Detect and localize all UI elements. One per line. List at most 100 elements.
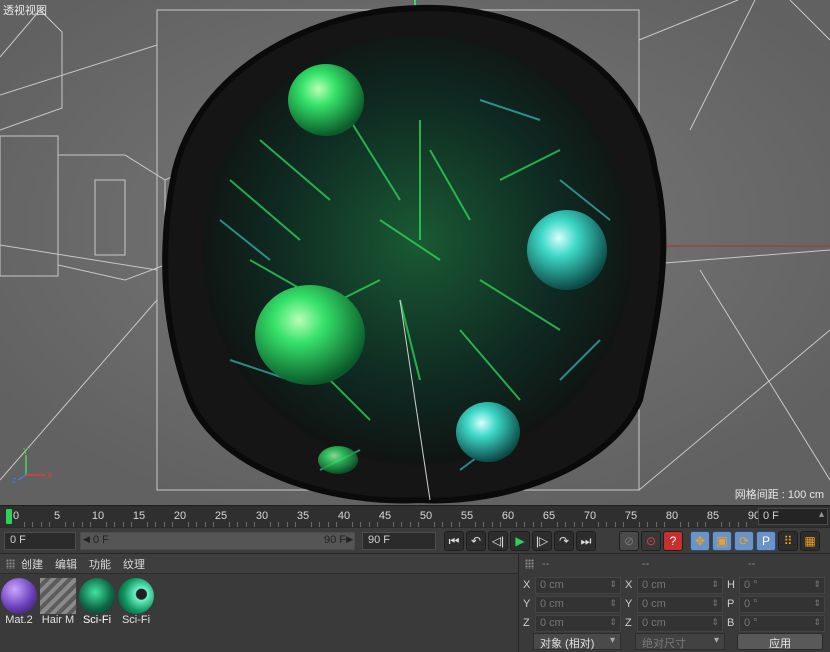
range-right-arrow-icon[interactable]: ▶ — [346, 534, 353, 545]
material-label: Hair M — [41, 614, 75, 626]
hair-material-thumbnail — [40, 578, 76, 614]
rotation-b-row: B 0 ° — [727, 615, 827, 633]
go-to-end-icon[interactable]: ⏭ — [576, 531, 596, 551]
material-menubar: 创建 编辑 功能 纹理 — [0, 554, 518, 574]
timeline-tick: 15 — [132, 510, 146, 522]
material-label: Mat.2 — [5, 614, 33, 626]
position-y-input[interactable]: 0 cm — [535, 596, 621, 613]
record-key-icon[interactable]: ⊘ — [619, 531, 639, 551]
apply-button[interactable]: 应用 — [737, 633, 823, 650]
size-z-input[interactable]: 0 cm — [637, 615, 723, 632]
size-x-input[interactable]: 0 cm — [637, 577, 723, 594]
menu-function[interactable]: 功能 — [89, 556, 111, 572]
position-x-input[interactable]: 0 cm — [535, 577, 621, 594]
material-item[interactable]: Sci-Fi — [117, 576, 155, 626]
start-frame-field[interactable]: 0 F — [4, 532, 76, 550]
grid-spacing-label: 网格间距 : 100 cm — [734, 489, 824, 501]
size-x-row: X 0 cm — [625, 577, 725, 595]
end-frame-field[interactable]: 90 F — [362, 532, 436, 550]
timeline-tick: 45 — [378, 510, 392, 522]
material-item[interactable]: Hair M — [39, 576, 77, 626]
timeline-tick: 80 — [665, 510, 679, 522]
key-help-icon[interactable]: ? — [663, 531, 683, 551]
param-key-icon[interactable]: P — [756, 531, 776, 551]
menu-texture[interactable]: 纹理 — [123, 556, 145, 572]
film-icon[interactable]: ▦ — [800, 531, 820, 551]
range-end-label: 90 F — [323, 534, 346, 546]
rotation-header: -- — [748, 558, 756, 570]
axis-label: P — [727, 598, 735, 610]
step-forward-icon[interactable]: |▷ — [532, 531, 552, 551]
timeline-tick: 85 — [706, 510, 720, 522]
coordinates-manager: -- -- -- X 0 cm Y 0 cm Z 0 cm X 0 cm Y 0… — [518, 553, 830, 652]
size-mode-select[interactable]: 绝对尺寸 — [635, 633, 725, 650]
point-level-icon[interactable]: ⠿ — [778, 531, 798, 551]
step-back-icon[interactable]: ◁| — [488, 531, 508, 551]
cinema4d-window: 透视视图 Y X Z 网格间距 : 100 cm 0 5 10 15 20 25 30 35 4… — [0, 0, 830, 652]
range-start-label: 0 F — [93, 534, 109, 546]
size-y-input[interactable]: 0 cm — [637, 596, 723, 613]
move-key-icon[interactable]: ✥ — [690, 531, 710, 551]
current-frame-field[interactable]: 0 F — [758, 508, 828, 525]
timeline-tick: 65 — [542, 510, 556, 522]
timeline-tick: 60 — [501, 510, 515, 522]
material-label: Sci-Fi — [121, 614, 151, 626]
size-z-row: Z 0 cm — [625, 615, 725, 633]
rotation-b-input[interactable]: 0 ° — [739, 615, 825, 632]
axis-label: X — [523, 579, 531, 591]
grip-icon[interactable] — [6, 558, 15, 569]
transport-bar: 0 F ◀ 0 F 90 F ▶ 90 F ⏮ ↶ ◁| ▶ |▷ ↷ ⏭ ⊘ ⊙? ✥ ▣ ⟳ P… — [0, 527, 830, 553]
axis-y-label: Y — [23, 447, 29, 456]
menu-edit[interactable]: 编辑 — [55, 556, 77, 572]
rotation-p-input[interactable]: 0 ° — [739, 596, 825, 613]
size-header: -- — [642, 558, 650, 570]
timeline-tick: 10 — [91, 510, 105, 522]
frame-range-slider[interactable]: ◀ 0 F 90 F ▶ — [80, 532, 355, 550]
axis-gizmo: Y X Z — [12, 447, 53, 483]
timeline-tick: 55 — [460, 510, 474, 522]
rotation-h-row: H 0 ° — [727, 577, 827, 595]
material-item[interactable]: Mat.2 — [0, 576, 38, 626]
timeline-tick: 40 — [337, 510, 351, 522]
material-label: Sci-Fi — [82, 614, 112, 626]
viewport-title[interactable]: 透视视图 — [3, 2, 47, 18]
position-header: -- — [542, 558, 550, 570]
material-manager: 创建 编辑 功能 纹理 Mat.2 Hair M Sci-Fi Sci-Fi — [0, 553, 518, 652]
scale-key-icon[interactable]: ▣ — [712, 531, 732, 551]
position-z-input[interactable]: 0 cm — [535, 615, 621, 632]
timeline[interactable]: 0 5 10 15 20 25 30 35 40 45 50 55 60 65 70 75 80 85 90 0 F — [0, 505, 830, 527]
size-y-row: Y 0 cm — [625, 596, 725, 614]
axis-label: Z — [625, 617, 632, 629]
next-key-icon[interactable]: ↷ — [554, 531, 574, 551]
timeline-tick: 0 — [12, 510, 20, 522]
timeline-tick: 5 — [53, 510, 61, 522]
auto-key-icon[interactable]: ⊙ — [641, 531, 661, 551]
fur-green-eye-thumbnail — [118, 578, 154, 614]
go-to-start-icon[interactable]: ⏮ — [444, 531, 464, 551]
play-icon[interactable]: ▶ — [510, 531, 530, 551]
timeline-tick: 35 — [296, 510, 310, 522]
grip-icon[interactable] — [525, 559, 534, 569]
perspective-viewport[interactable]: 透视视图 Y X Z 网格间距 : 100 cm — [0, 0, 830, 505]
axis-label: X — [625, 579, 633, 591]
rotation-h-input[interactable]: 0 ° — [739, 577, 825, 594]
axis-label: B — [727, 617, 735, 629]
axis-label: Z — [523, 617, 530, 629]
axis-z-label: Z — [12, 478, 17, 483]
axis-label: Y — [625, 598, 633, 610]
timeline-tick: 50 — [419, 510, 433, 522]
position-y-row: Y 0 cm — [523, 596, 623, 614]
range-left-arrow-icon[interactable]: ◀ — [83, 534, 90, 545]
timeline-tick: 25 — [214, 510, 228, 522]
fur-green-thumbnail — [79, 578, 115, 614]
playhead[interactable] — [6, 509, 12, 524]
rotate-key-icon[interactable]: ⟳ — [734, 531, 754, 551]
prev-key-icon[interactable]: ↶ — [466, 531, 486, 551]
menu-create[interactable]: 创建 — [21, 556, 43, 572]
material-item[interactable]: Sci-Fi — [78, 576, 116, 626]
position-x-row: X 0 cm — [523, 577, 623, 595]
fur-ball — [162, 4, 667, 504]
coordinate-mode-select[interactable]: 对象 (相对) — [533, 633, 621, 650]
rotation-p-row: P 0 ° — [727, 596, 827, 614]
timeline-ruler[interactable]: 0 5 10 15 20 25 30 35 40 45 50 55 60 65 70 75 80 85 90 — [0, 506, 760, 528]
